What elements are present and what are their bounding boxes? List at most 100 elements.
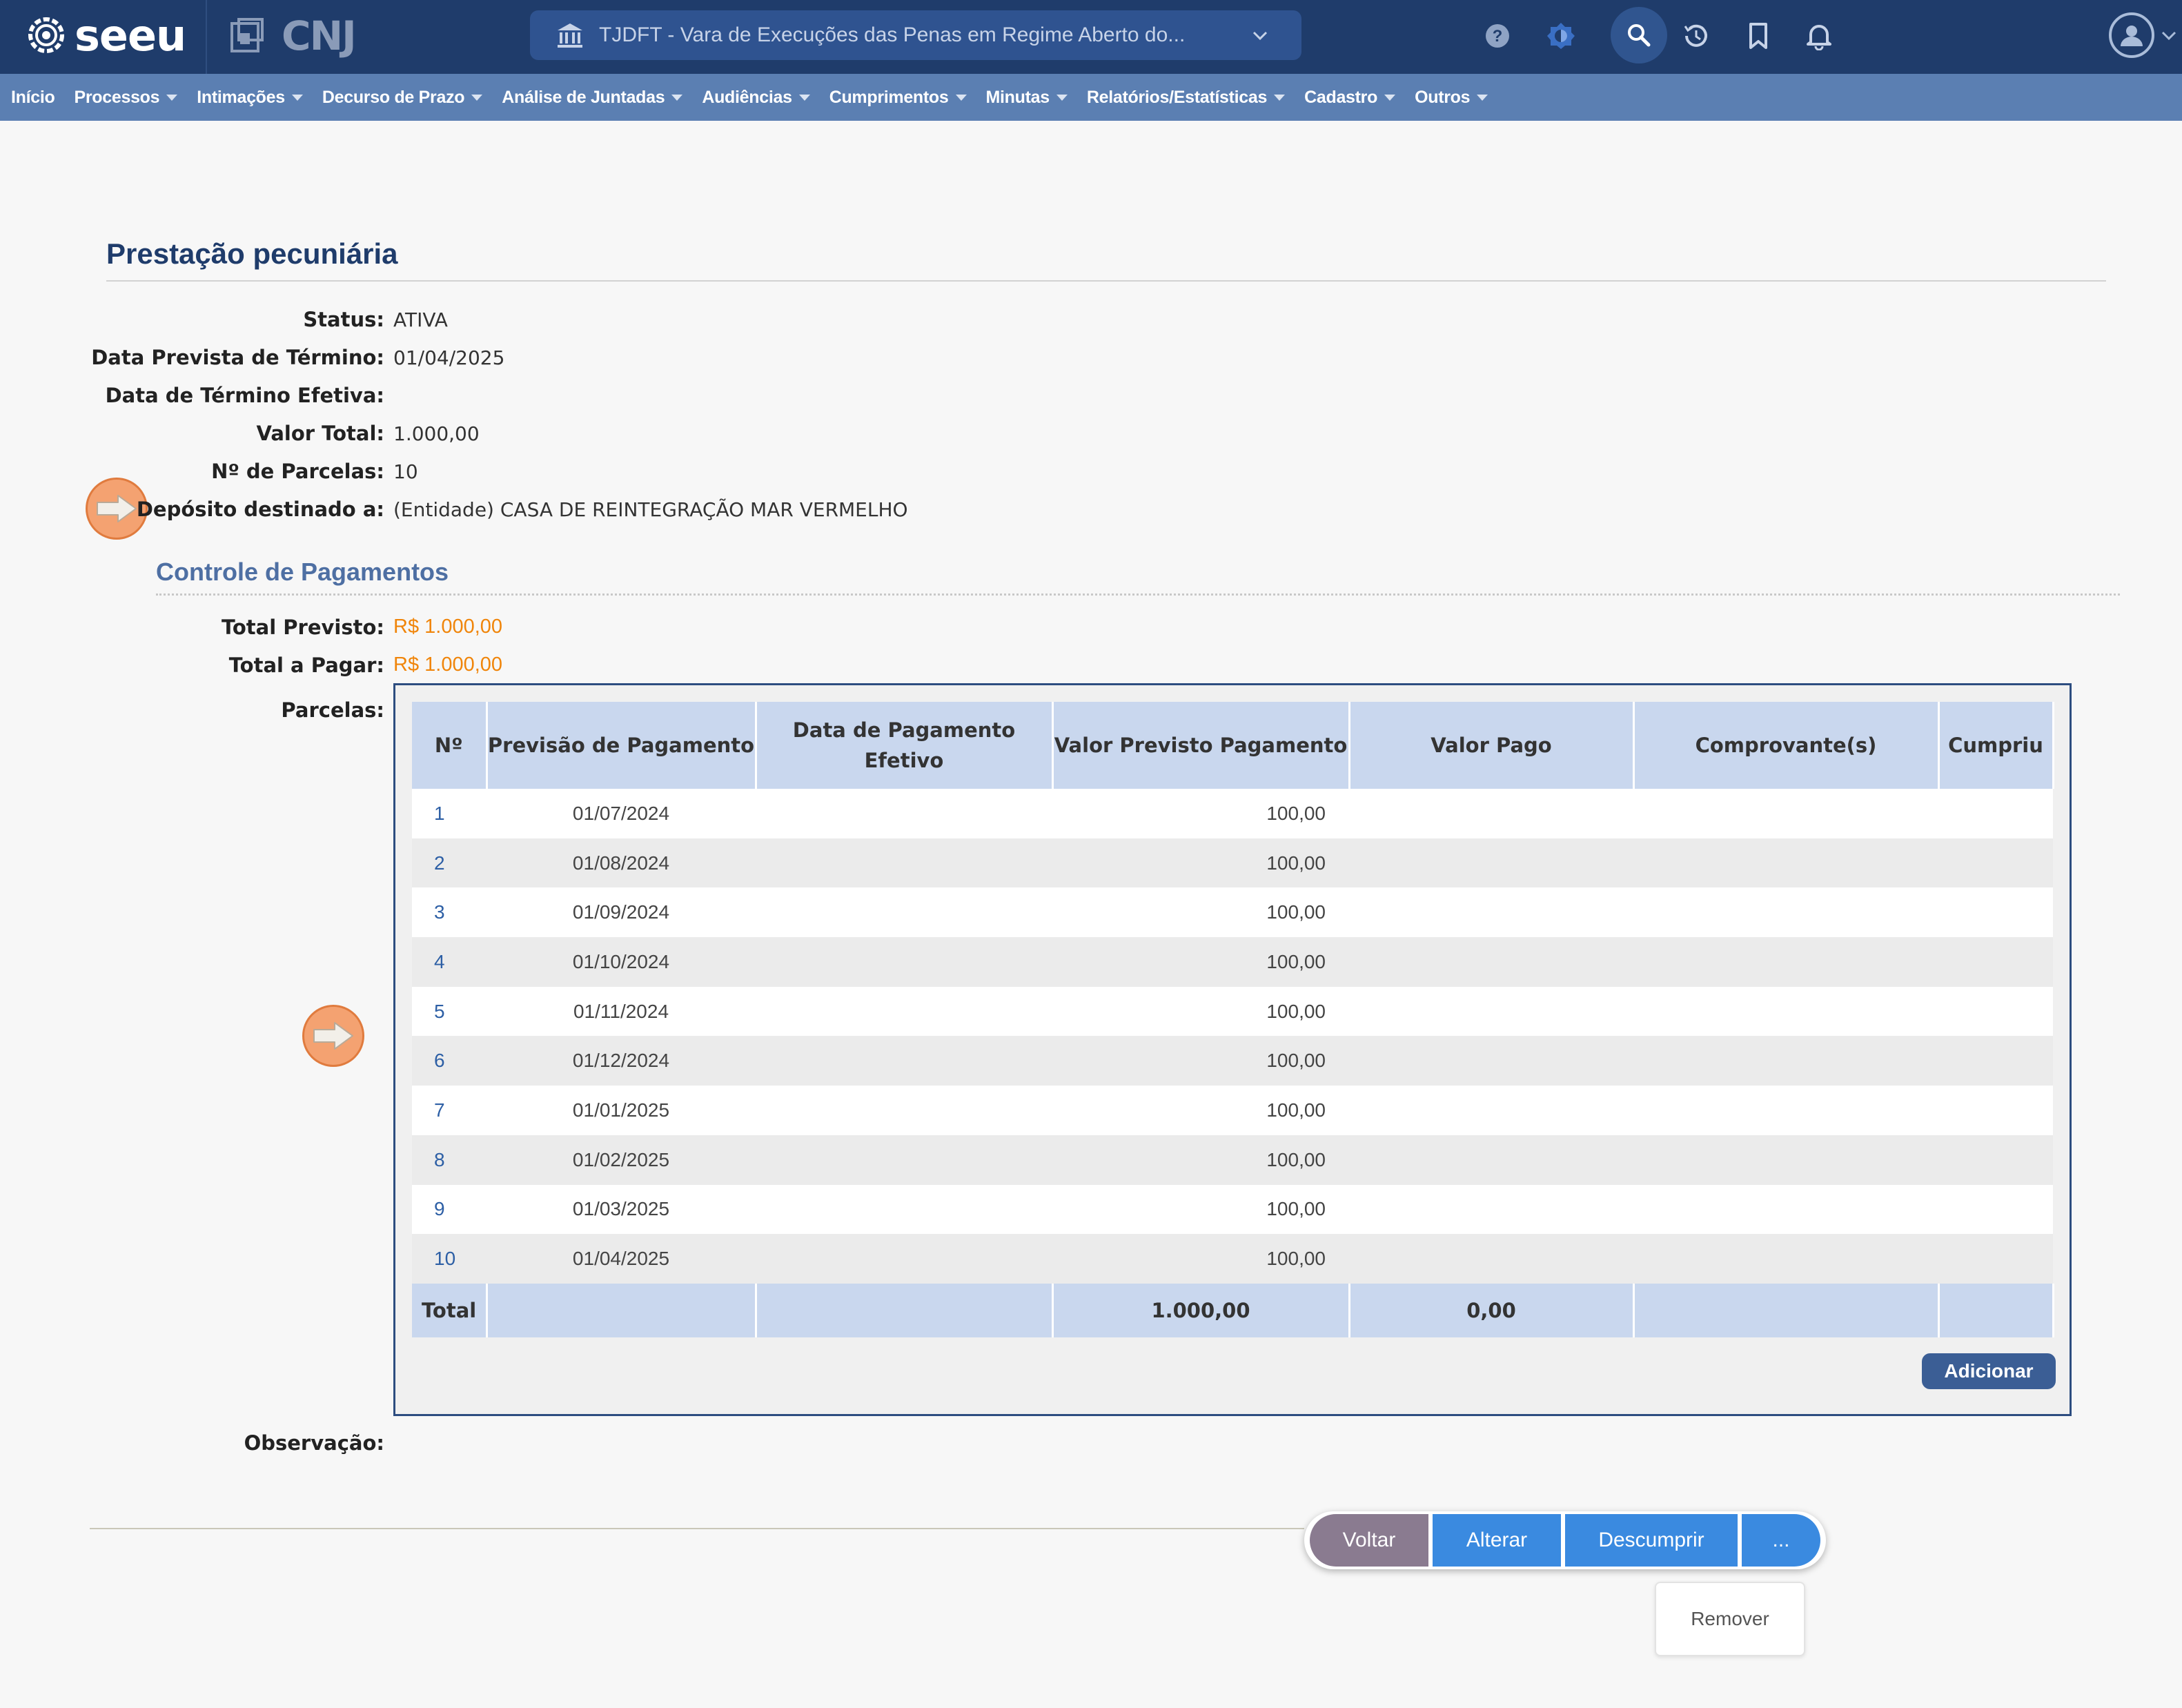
receipts — [1633, 838, 1938, 888]
installment-number-link[interactable]: 4 — [412, 937, 486, 987]
total-expected-value: R$ 1.000,00 — [393, 616, 503, 638]
expected-payment-date: 01/10/2024 — [486, 937, 756, 987]
col-header-receipts[interactable]: Comprovante(s) — [1633, 702, 1940, 789]
table-row: 4 01/10/2024 100,00 — [412, 937, 2053, 987]
table-row: 5 01/11/2024 100,00 — [412, 986, 2053, 1037]
menu-item-inicio[interactable]: Início — [11, 88, 55, 108]
menu-item-relatorios-estatisticas[interactable]: Relatórios/Estatísticas — [1087, 88, 1286, 108]
theme-toggle-icon[interactable] — [1543, 18, 1579, 54]
expected-payment-date: 01/04/2025 — [486, 1234, 756, 1284]
menu-item-label: Minutas — [985, 87, 1050, 107]
deposit-destination-value: (Entidade) CASA DE REINTEGRAÇÃO MAR VERM… — [393, 498, 908, 521]
total-row-empty — [1633, 1283, 1940, 1337]
table-row: 8 01/02/2025 100,00 — [412, 1135, 2053, 1185]
user-menu-chevron-icon[interactable] — [2160, 26, 2178, 44]
bell-icon[interactable] — [1801, 18, 1837, 54]
installments-label: Parcelas: — [281, 698, 384, 722]
paid-value — [1349, 1135, 1633, 1185]
menu-item-label: Início — [11, 87, 55, 107]
expected-payment-date: 01/01/2025 — [486, 1086, 756, 1135]
help-icon[interactable]: ? — [1480, 18, 1515, 54]
mark-unfulfilled-button[interactable]: Descumprir — [1565, 1514, 1738, 1567]
fulfilled — [1938, 986, 2053, 1037]
menu-item-minutas[interactable]: Minutas — [986, 88, 1068, 108]
court-selector[interactable]: TJDFT - Vara de Execuções das Penas em R… — [530, 10, 1301, 60]
menu-item-cumprimentos[interactable]: Cumprimentos — [829, 88, 967, 108]
history-icon[interactable] — [1678, 18, 1714, 54]
fulfilled — [1938, 789, 2053, 838]
installment-number-link[interactable]: 8 — [412, 1135, 486, 1185]
total-to-pay-label: Total a Pagar: — [228, 654, 384, 677]
col-header-paid-value[interactable]: Valor Pago — [1349, 702, 1635, 789]
total-expected-sum: 1.000,00 — [1052, 1283, 1350, 1337]
col-header-fulfilled[interactable]: Cumpriu — [1938, 702, 2054, 789]
installments-panel: Nº Previsão de Pagamento Data de Pagamen… — [393, 683, 2072, 1416]
menu-item-processos[interactable]: Processos — [74, 87, 178, 108]
actual-end-date-label: Data de Término Efetiva: — [105, 384, 384, 407]
more-actions-button[interactable]: ... — [1742, 1514, 1820, 1567]
bookmark-icon[interactable] — [1740, 18, 1776, 54]
search-icon — [1628, 24, 1651, 47]
expected-end-date-value: 01/04/2025 — [393, 346, 505, 369]
expected-value: 100,00 — [1052, 1234, 1349, 1284]
fulfilled — [1938, 1036, 2053, 1086]
chevron-down-icon — [1252, 31, 1268, 41]
menu-item-decurso-de-prazo[interactable]: Decurso de Prazo — [322, 88, 483, 108]
remove-menu-item[interactable]: Remover — [1691, 1608, 1769, 1630]
table-row: 2 01/08/2024 100,00 — [412, 838, 2053, 888]
deposit-destination-label: Depósito destinado a: — [136, 498, 384, 521]
caret-down-icon — [671, 94, 683, 101]
table-row: 10 01/04/2025 100,00 — [412, 1234, 2053, 1284]
seeu-logo[interactable]: seeu — [26, 10, 186, 61]
installment-number-link[interactable]: 7 — [412, 1086, 486, 1135]
menu-item-label: Análise de Juntadas — [502, 87, 665, 107]
col-header-expected-payment[interactable]: Previsão de Pagamento — [486, 702, 757, 789]
receipts — [1633, 1184, 1938, 1235]
installment-number-link[interactable]: 10 — [412, 1234, 486, 1284]
installment-number-link[interactable]: 1 — [412, 789, 486, 838]
installment-number-link[interactable]: 6 — [412, 1036, 486, 1086]
installment-number-link[interactable]: 2 — [412, 838, 486, 888]
svg-text:?: ? — [1493, 27, 1503, 46]
menu-item-label: Outros — [1415, 87, 1471, 107]
top-bar: seeu CNJ TJDFT - Vara de Execuções das P… — [0, 0, 2182, 74]
search-button[interactable] — [1611, 7, 1667, 63]
add-installment-button[interactable]: Adicionar — [1922, 1353, 2056, 1389]
footer-divider — [90, 1528, 1304, 1529]
menu-item-audiencias[interactable]: Audiências — [702, 87, 810, 108]
menu-item-label: Processos — [74, 87, 160, 107]
installments-count-label: Nº de Parcelas: — [211, 460, 384, 483]
col-header-number[interactable]: Nº — [412, 702, 488, 789]
user-avatar-icon[interactable] — [2109, 12, 2154, 58]
paid-value — [1349, 1036, 1633, 1086]
col-header-actual-payment-date[interactable]: Data de Pagamento Efetivo — [756, 702, 1054, 789]
installment-number-link[interactable]: 3 — [412, 887, 486, 938]
edit-button[interactable]: Alterar — [1433, 1514, 1561, 1567]
menu-item-outros[interactable]: Outros — [1415, 88, 1488, 108]
caret-down-icon — [955, 94, 967, 101]
table-row: 3 01/09/2024 100,00 — [412, 887, 2053, 938]
action-button-group: Voltar Alterar Descumprir ... — [1304, 1511, 1826, 1569]
fulfilled — [1938, 1184, 2053, 1235]
back-button[interactable]: Voltar — [1310, 1514, 1428, 1567]
expected-payment-date: 01/12/2024 — [486, 1036, 756, 1086]
expected-value: 100,00 — [1052, 1036, 1349, 1086]
fulfilled — [1938, 1135, 2053, 1185]
menu-item-analise-de-juntadas[interactable]: Análise de Juntadas — [502, 87, 683, 108]
expected-payment-date: 01/02/2025 — [486, 1135, 756, 1185]
installment-number-link[interactable]: 9 — [412, 1184, 486, 1235]
expected-value: 100,00 — [1052, 1135, 1349, 1185]
expected-payment-date: 01/09/2024 — [486, 887, 756, 938]
caret-down-icon — [1384, 94, 1396, 101]
fulfilled — [1938, 838, 2053, 888]
menu-item-label: Audiências — [702, 87, 792, 107]
installments-count-value: 10 — [393, 460, 418, 483]
installment-number-link[interactable]: 5 — [412, 986, 486, 1037]
menu-item-intimacoes[interactable]: Intimações — [197, 88, 303, 108]
paid-value — [1349, 1234, 1633, 1284]
actual-payment-date — [756, 986, 1052, 1037]
col-header-expected-value[interactable]: Valor Previsto Pagamento — [1052, 702, 1350, 789]
menu-item-cadastro[interactable]: Cadastro — [1304, 88, 1396, 108]
receipts — [1633, 789, 1938, 838]
table-header-row: Nº Previsão de Pagamento Data de Pagamen… — [412, 702, 2054, 789]
